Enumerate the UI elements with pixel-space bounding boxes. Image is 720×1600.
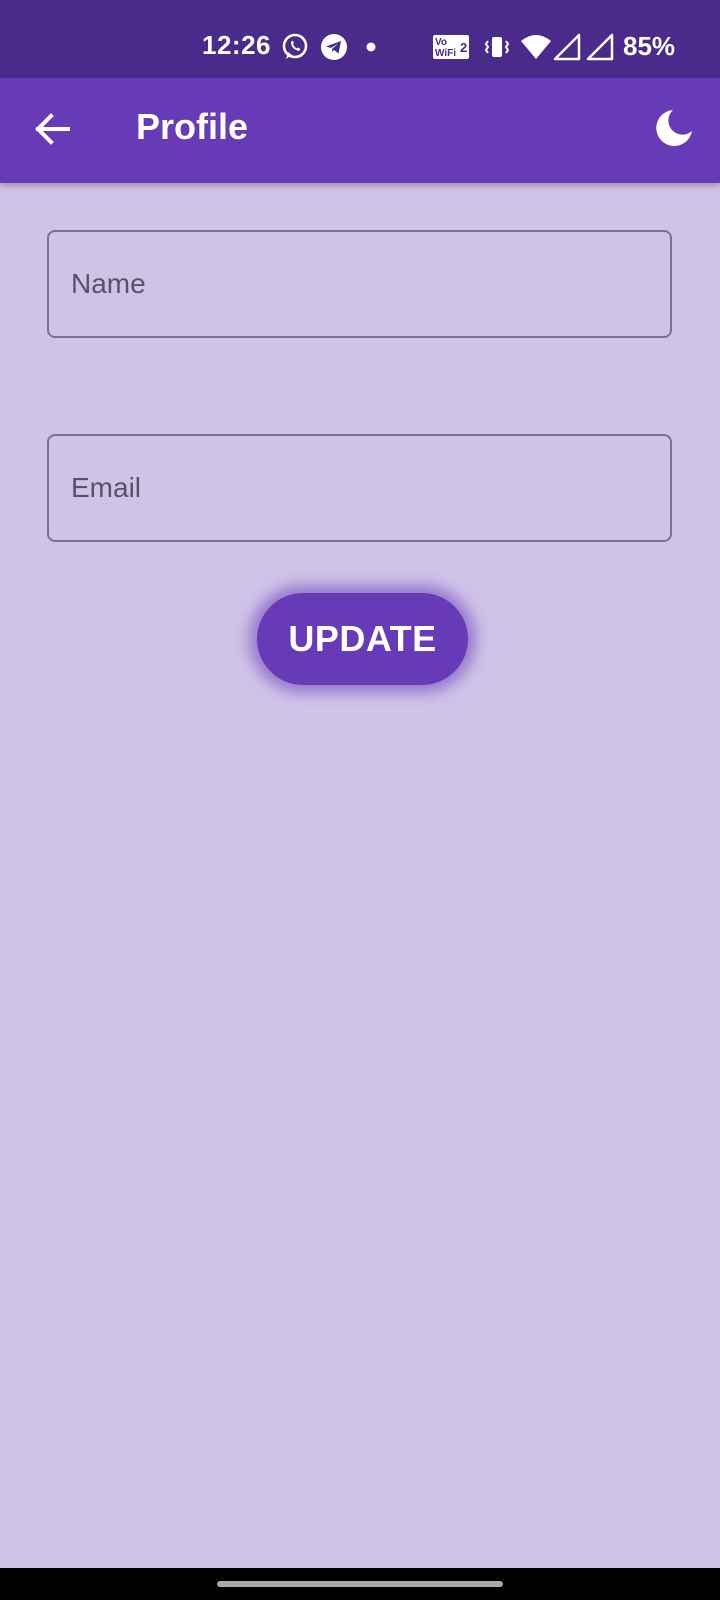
name-field[interactable]: [47, 230, 672, 338]
dot-icon: [366, 42, 376, 52]
signal-icon: [586, 33, 614, 61]
name-input[interactable]: [49, 232, 670, 336]
battery-level: 85%: [623, 31, 676, 61]
whatsapp-icon: [282, 33, 308, 59]
svg-text:2: 2: [460, 40, 467, 55]
vibrate-icon: [484, 37, 510, 57]
telegram-icon: [321, 34, 347, 60]
vowifi-icon: Vo WiFi 2: [433, 35, 469, 59]
update-button[interactable]: UPDATE: [257, 593, 468, 685]
theme-toggle-button[interactable]: [652, 106, 696, 150]
email-input[interactable]: [49, 436, 670, 540]
back-button[interactable]: [28, 103, 80, 155]
svg-text:WiFi: WiFi: [435, 48, 456, 59]
signal-icon: [553, 33, 581, 61]
page-title: Profile: [136, 106, 249, 147]
status-time: 12:26: [202, 30, 271, 60]
status-bar: 12:26 Vo WiFi 2 85%: [0, 0, 720, 78]
email-field[interactable]: [47, 434, 672, 542]
arrow-left-icon: [35, 113, 70, 145]
wifi-icon: [521, 35, 551, 59]
moon-icon: [656, 110, 692, 146]
home-gesture-handle[interactable]: [217, 1581, 503, 1587]
svg-text:Vo: Vo: [435, 37, 447, 48]
app-bar: Profile: [0, 78, 720, 183]
navigation-bar: [0, 1568, 720, 1600]
